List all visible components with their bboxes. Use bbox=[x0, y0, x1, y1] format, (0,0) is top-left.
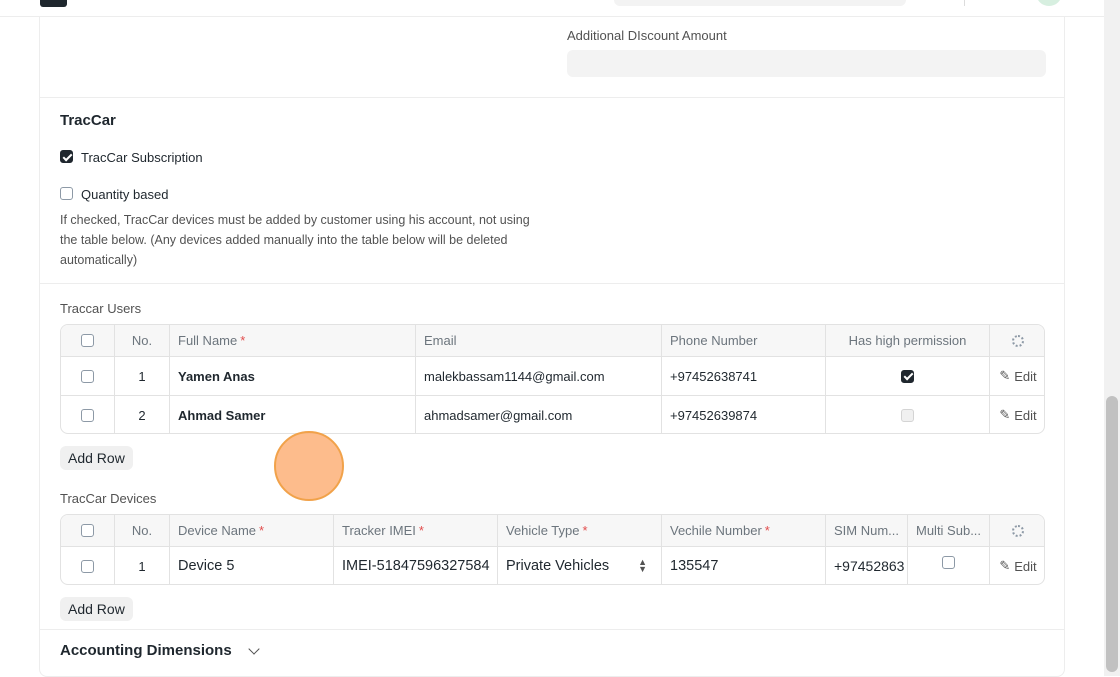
email-cell[interactable]: malekbassam1144@gmail.com bbox=[416, 357, 662, 395]
select-all-checkbox[interactable] bbox=[81, 524, 94, 537]
high-permission-checkbox[interactable] bbox=[901, 408, 914, 422]
column-header-vehicle-type: Vehicle Type * bbox=[498, 515, 662, 546]
user-avatar[interactable] bbox=[1036, 0, 1062, 6]
add-user-row-button[interactable]: Add Row bbox=[60, 446, 133, 470]
search-bar[interactable] bbox=[614, 0, 906, 6]
phone-cell[interactable]: +97452638741 bbox=[662, 357, 826, 395]
table-row[interactable]: 1 Device 5 IMEI-51847596327584 Private V… bbox=[61, 547, 1044, 584]
quantity-based-label: Quantity based bbox=[81, 187, 169, 202]
column-header-tracker-imei: Tracker IMEI * bbox=[334, 515, 498, 546]
navbar-divider bbox=[964, 0, 965, 6]
app-logo[interactable] bbox=[40, 0, 67, 7]
table-header-row: No. Full Name * Email Phone Number Has hi… bbox=[61, 325, 1044, 356]
table-row[interactable]: 2 Ahmad Samer ahmadsamer@gmail.com +9745… bbox=[61, 396, 1044, 433]
row-select-checkbox[interactable] bbox=[81, 369, 94, 383]
full-name-cell[interactable]: Yamen Anas bbox=[170, 357, 416, 395]
edit-pencil-icon: ✎ bbox=[999, 407, 1011, 422]
select-all-checkbox[interactable] bbox=[81, 334, 94, 347]
column-header-no: No. bbox=[115, 515, 170, 546]
high-permission-checkbox[interactable] bbox=[901, 369, 914, 383]
section-divider bbox=[40, 629, 1064, 630]
traccar-devices-table: No. Device Name * Tracker IMEI * Vehicle T… bbox=[60, 514, 1045, 585]
edit-row-button[interactable]: ✎ Edit bbox=[999, 407, 1036, 423]
column-header-full-name: Full Name * bbox=[170, 325, 416, 356]
row-number: 1 bbox=[115, 357, 170, 395]
chevron-down-icon[interactable] bbox=[248, 643, 260, 655]
row-select-checkbox[interactable] bbox=[81, 559, 94, 573]
edit-pencil-icon: ✎ bbox=[999, 558, 1011, 573]
select-arrows-icon: ▲ ▼ bbox=[638, 557, 647, 574]
add-device-row-button[interactable]: Add Row bbox=[60, 597, 133, 621]
vehicle-type-select[interactable]: Private Vehicles ▲ ▼ bbox=[498, 547, 662, 584]
full-name-cell[interactable]: Ahmad Samer bbox=[170, 396, 416, 433]
settings-gear-icon[interactable] bbox=[1012, 334, 1024, 347]
top-navbar bbox=[0, 0, 1104, 17]
scrollbar-thumb[interactable] bbox=[1106, 396, 1118, 672]
required-marker: * bbox=[240, 333, 246, 348]
traccar-users-table: No. Full Name * Email Phone Number Has hi… bbox=[60, 324, 1045, 434]
column-header-multi-sub: Multi Sub... bbox=[908, 515, 990, 546]
traccar-subscription-label: TracCar Subscription bbox=[81, 150, 203, 165]
cursor-highlight bbox=[274, 431, 344, 501]
traccar-devices-label: TracCar Devices bbox=[60, 491, 157, 506]
required-marker: * bbox=[582, 523, 588, 538]
table-row[interactable]: 1 Yamen Anas malekbassam1144@gmail.com +… bbox=[61, 357, 1044, 395]
required-marker: * bbox=[764, 523, 770, 538]
quantity-based-checkbox[interactable] bbox=[60, 187, 73, 200]
required-marker: * bbox=[259, 523, 265, 538]
discount-input[interactable] bbox=[567, 50, 1046, 77]
edit-pencil-icon: ✎ bbox=[999, 368, 1011, 383]
edit-row-button[interactable]: ✎ Edit bbox=[999, 558, 1036, 574]
section-divider bbox=[40, 97, 1064, 98]
traccar-subscription-checkbox[interactable] bbox=[60, 150, 73, 163]
column-header-device-name: Device Name * bbox=[170, 515, 334, 546]
multi-sub-checkbox[interactable] bbox=[942, 555, 955, 569]
accounting-dimensions-title[interactable]: Accounting Dimensions bbox=[60, 642, 232, 659]
email-cell[interactable]: ahmadsamer@gmail.com bbox=[416, 396, 662, 433]
row-number: 1 bbox=[115, 547, 170, 584]
row-number: 2 bbox=[115, 396, 170, 433]
section-divider bbox=[40, 283, 1064, 284]
column-header-email: Email bbox=[416, 325, 662, 356]
required-marker: * bbox=[418, 523, 424, 538]
phone-cell[interactable]: +97452639874 bbox=[662, 396, 826, 433]
edit-row-button[interactable]: ✎ Edit bbox=[999, 368, 1036, 384]
tracker-imei-cell[interactable]: IMEI-51847596327584 bbox=[334, 547, 498, 584]
device-name-cell[interactable]: Device 5 bbox=[170, 547, 334, 584]
traccar-users-label: Traccar Users bbox=[60, 301, 142, 316]
column-header-phone: Phone Number bbox=[662, 325, 826, 356]
quantity-based-description: If checked, TracCar devices must be adde… bbox=[60, 213, 530, 267]
sim-number-cell[interactable]: +97452863 bbox=[826, 547, 908, 584]
form-card: Additional DIscount Amount TracCar TracC… bbox=[39, 17, 1065, 677]
table-header-row: No. Device Name * Tracker IMEI * Vehicle T… bbox=[61, 515, 1044, 546]
discount-label: Additional DIscount Amount bbox=[567, 28, 727, 43]
settings-gear-icon[interactable] bbox=[1012, 524, 1024, 537]
column-header-vehicle-number: Vechile Number * bbox=[662, 515, 826, 546]
column-header-high-permission: Has high permission bbox=[826, 325, 990, 356]
vehicle-number-cell[interactable]: 135547 bbox=[662, 547, 826, 584]
column-header-no: No. bbox=[115, 325, 170, 356]
column-header-sim-number: SIM Num... bbox=[826, 515, 908, 546]
traccar-section-title: TracCar bbox=[60, 112, 116, 129]
row-select-checkbox[interactable] bbox=[81, 408, 94, 422]
